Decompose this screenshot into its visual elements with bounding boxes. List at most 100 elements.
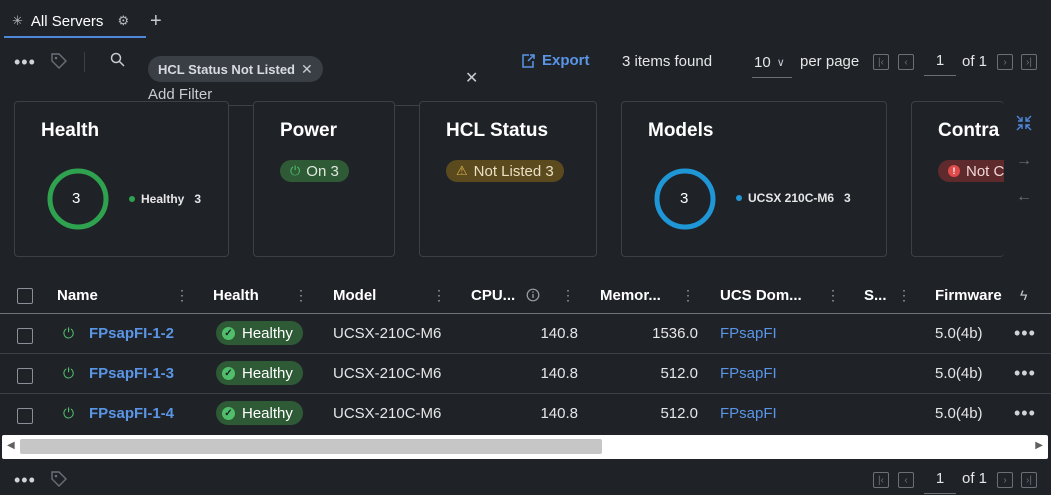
legend-label: Healthy bbox=[141, 192, 185, 206]
per-page-label: per page bbox=[800, 53, 860, 70]
check-icon: ✓ bbox=[222, 366, 235, 380]
legend-dot bbox=[129, 196, 135, 202]
export-button[interactable]: Export bbox=[520, 52, 590, 69]
last-page-icon[interactable]: ›| bbox=[1021, 54, 1037, 70]
header-name[interactable]: Name bbox=[57, 287, 98, 304]
page-number-input[interactable]: 1 bbox=[924, 46, 956, 76]
footer-prev-page-icon[interactable]: ‹ bbox=[898, 472, 914, 488]
footer-first-page-icon[interactable]: |‹ bbox=[873, 472, 889, 488]
server-name-link[interactable]: FPsapFI-1-2 bbox=[89, 325, 174, 342]
column-menu-icon[interactable]: ⋮ bbox=[681, 287, 695, 304]
scrollbar-thumb[interactable] bbox=[20, 439, 602, 454]
lightning-icon[interactable]: ϟ bbox=[1020, 287, 1027, 303]
table-row[interactable]: ⏻ FPsapFI-1-3 ✓ Healthy UCSX-210C-M6 140… bbox=[0, 354, 1051, 394]
legend-item[interactable]: Healthy 3 bbox=[129, 192, 201, 206]
info-icon[interactable] bbox=[526, 288, 540, 305]
cpu-cell: 140.8 bbox=[540, 365, 578, 382]
tag-icon[interactable] bbox=[50, 52, 68, 75]
not-listed-pill[interactable]: ⚠ Not Listed 3 bbox=[446, 160, 564, 182]
column-menu-icon[interactable]: ⋮ bbox=[826, 287, 840, 304]
header-health[interactable]: Health bbox=[213, 287, 259, 304]
remove-filter-icon[interactable]: ✕ bbox=[301, 61, 313, 78]
ucs-domain-link[interactable]: FPsapFI bbox=[720, 325, 777, 342]
row-actions-button[interactable]: ••• bbox=[1014, 403, 1036, 424]
header-model[interactable]: Model bbox=[333, 287, 376, 304]
add-tab-button[interactable]: + bbox=[150, 10, 162, 32]
column-menu-icon[interactable]: ⋮ bbox=[175, 287, 189, 304]
row-checkbox[interactable] bbox=[17, 408, 33, 424]
column-menu-icon[interactable]: ⋮ bbox=[897, 287, 911, 304]
tab-label: All Servers bbox=[30, 12, 104, 30]
power-card[interactable]: Power ⏻ On 3 bbox=[253, 101, 395, 257]
health-badge: ✓ Healthy bbox=[216, 401, 303, 425]
filter-chip[interactable]: HCL Status Not Listed ✕ bbox=[148, 56, 323, 82]
model-cell: UCSX-210C-M6 bbox=[333, 325, 442, 342]
column-menu-icon[interactable]: ⋮ bbox=[294, 287, 308, 304]
health-label: Healthy bbox=[242, 404, 293, 422]
footer-last-page-icon[interactable]: ›| bbox=[1021, 472, 1037, 488]
per-page-select[interactable]: 10 ∨ bbox=[752, 48, 792, 78]
table-row[interactable]: ⏻ FPsapFI-1-2 ✓ Healthy UCSX-210C-M6 140… bbox=[0, 314, 1051, 354]
pill-label: Not C bbox=[966, 162, 1004, 180]
memory-cell: 1536.0 bbox=[652, 325, 698, 342]
arrow-left-icon[interactable]: ← bbox=[1016, 188, 1032, 206]
collapse-icon[interactable] bbox=[1015, 114, 1033, 137]
export-label: Export bbox=[542, 52, 590, 69]
firmware-cell: 5.0(4b) bbox=[935, 365, 983, 382]
first-page-icon[interactable]: |‹ bbox=[873, 54, 889, 70]
filter-chip-label: HCL Status Not Listed bbox=[158, 61, 295, 77]
column-menu-icon[interactable]: ⋮ bbox=[561, 287, 575, 304]
column-menu-icon[interactable]: ⋮ bbox=[432, 287, 446, 304]
server-name-link[interactable]: FPsapFI-1-4 bbox=[89, 405, 174, 422]
legend-item[interactable]: UCSX 210C-M6 3 bbox=[736, 191, 851, 205]
next-page-icon[interactable]: › bbox=[997, 54, 1013, 70]
power-icon: ⏻ bbox=[290, 163, 301, 178]
header-ucs-domain[interactable]: UCS Dom... bbox=[720, 287, 802, 304]
row-checkbox[interactable] bbox=[17, 328, 33, 344]
scroll-left-icon[interactable]: ◀ bbox=[7, 440, 15, 451]
gear-icon[interactable]: ⚙ bbox=[117, 13, 129, 29]
per-page-value: 10 bbox=[754, 54, 771, 71]
header-memory[interactable]: Memor... bbox=[600, 287, 661, 304]
ucs-domain-link[interactable]: FPsapFI bbox=[720, 405, 777, 422]
select-all-checkbox[interactable] bbox=[17, 288, 33, 304]
tab-all-servers[interactable]: ✳ All Servers ⚙ bbox=[4, 6, 146, 38]
footer-more-button[interactable]: ••• bbox=[14, 470, 36, 491]
check-icon: ✓ bbox=[222, 406, 235, 420]
footer-page-input[interactable]: 1 bbox=[924, 464, 956, 494]
ucs-domain-link[interactable]: FPsapFI bbox=[720, 365, 777, 382]
row-actions-button[interactable]: ••• bbox=[1014, 363, 1036, 384]
clear-filters-icon[interactable]: ✕ bbox=[465, 68, 478, 88]
row-checkbox[interactable] bbox=[17, 368, 33, 384]
footer-next-page-icon[interactable]: › bbox=[997, 472, 1013, 488]
power-on-icon: ⏻ bbox=[63, 325, 75, 341]
server-name-link[interactable]: FPsapFI-1-3 bbox=[89, 365, 174, 382]
models-card[interactable]: Models 3 UCSX 210C-M6 3 bbox=[621, 101, 887, 257]
cpu-cell: 140.8 bbox=[540, 325, 578, 342]
more-actions-button[interactable]: ••• bbox=[14, 52, 36, 73]
sparkle-icon: ✳ bbox=[12, 13, 23, 28]
row-actions-button[interactable]: ••• bbox=[1014, 323, 1036, 344]
tab-bar: ✳ All Servers ⚙ + bbox=[0, 0, 1051, 40]
health-card[interactable]: Health 3 Healthy 3 bbox=[14, 101, 229, 257]
footer-tag-icon[interactable] bbox=[50, 470, 68, 493]
firmware-cell: 5.0(4b) bbox=[935, 325, 983, 342]
header-firmware[interactable]: Firmware bbox=[935, 287, 1002, 304]
firmware-cell: 5.0(4b) bbox=[935, 405, 983, 422]
contract-card[interactable]: Contra ! Not C bbox=[911, 101, 1004, 257]
legend-dot bbox=[736, 195, 742, 201]
table-header: Name ⋮ Health ⋮ Model ⋮ CPU... ⋮ Memor..… bbox=[0, 278, 1051, 314]
not-covered-pill[interactable]: ! Not C bbox=[938, 160, 1004, 182]
header-s[interactable]: S... bbox=[864, 287, 887, 304]
header-cpu[interactable]: CPU... bbox=[471, 287, 515, 304]
error-icon: ! bbox=[948, 165, 960, 177]
scroll-right-icon[interactable]: ▶ bbox=[1035, 440, 1043, 451]
arrow-right-icon[interactable]: → bbox=[1016, 152, 1032, 170]
horizontal-scrollbar[interactable]: ◀ ▶ bbox=[2, 435, 1048, 459]
card-title: HCL Status bbox=[446, 120, 549, 141]
hcl-status-card[interactable]: HCL Status ⚠ Not Listed 3 bbox=[419, 101, 597, 257]
search-icon[interactable] bbox=[110, 52, 126, 72]
power-on-pill[interactable]: ⏻ On 3 bbox=[280, 160, 349, 182]
table-row[interactable]: ⏻ FPsapFI-1-4 ✓ Healthy UCSX-210C-M6 140… bbox=[0, 394, 1051, 434]
prev-page-icon[interactable]: ‹ bbox=[898, 54, 914, 70]
